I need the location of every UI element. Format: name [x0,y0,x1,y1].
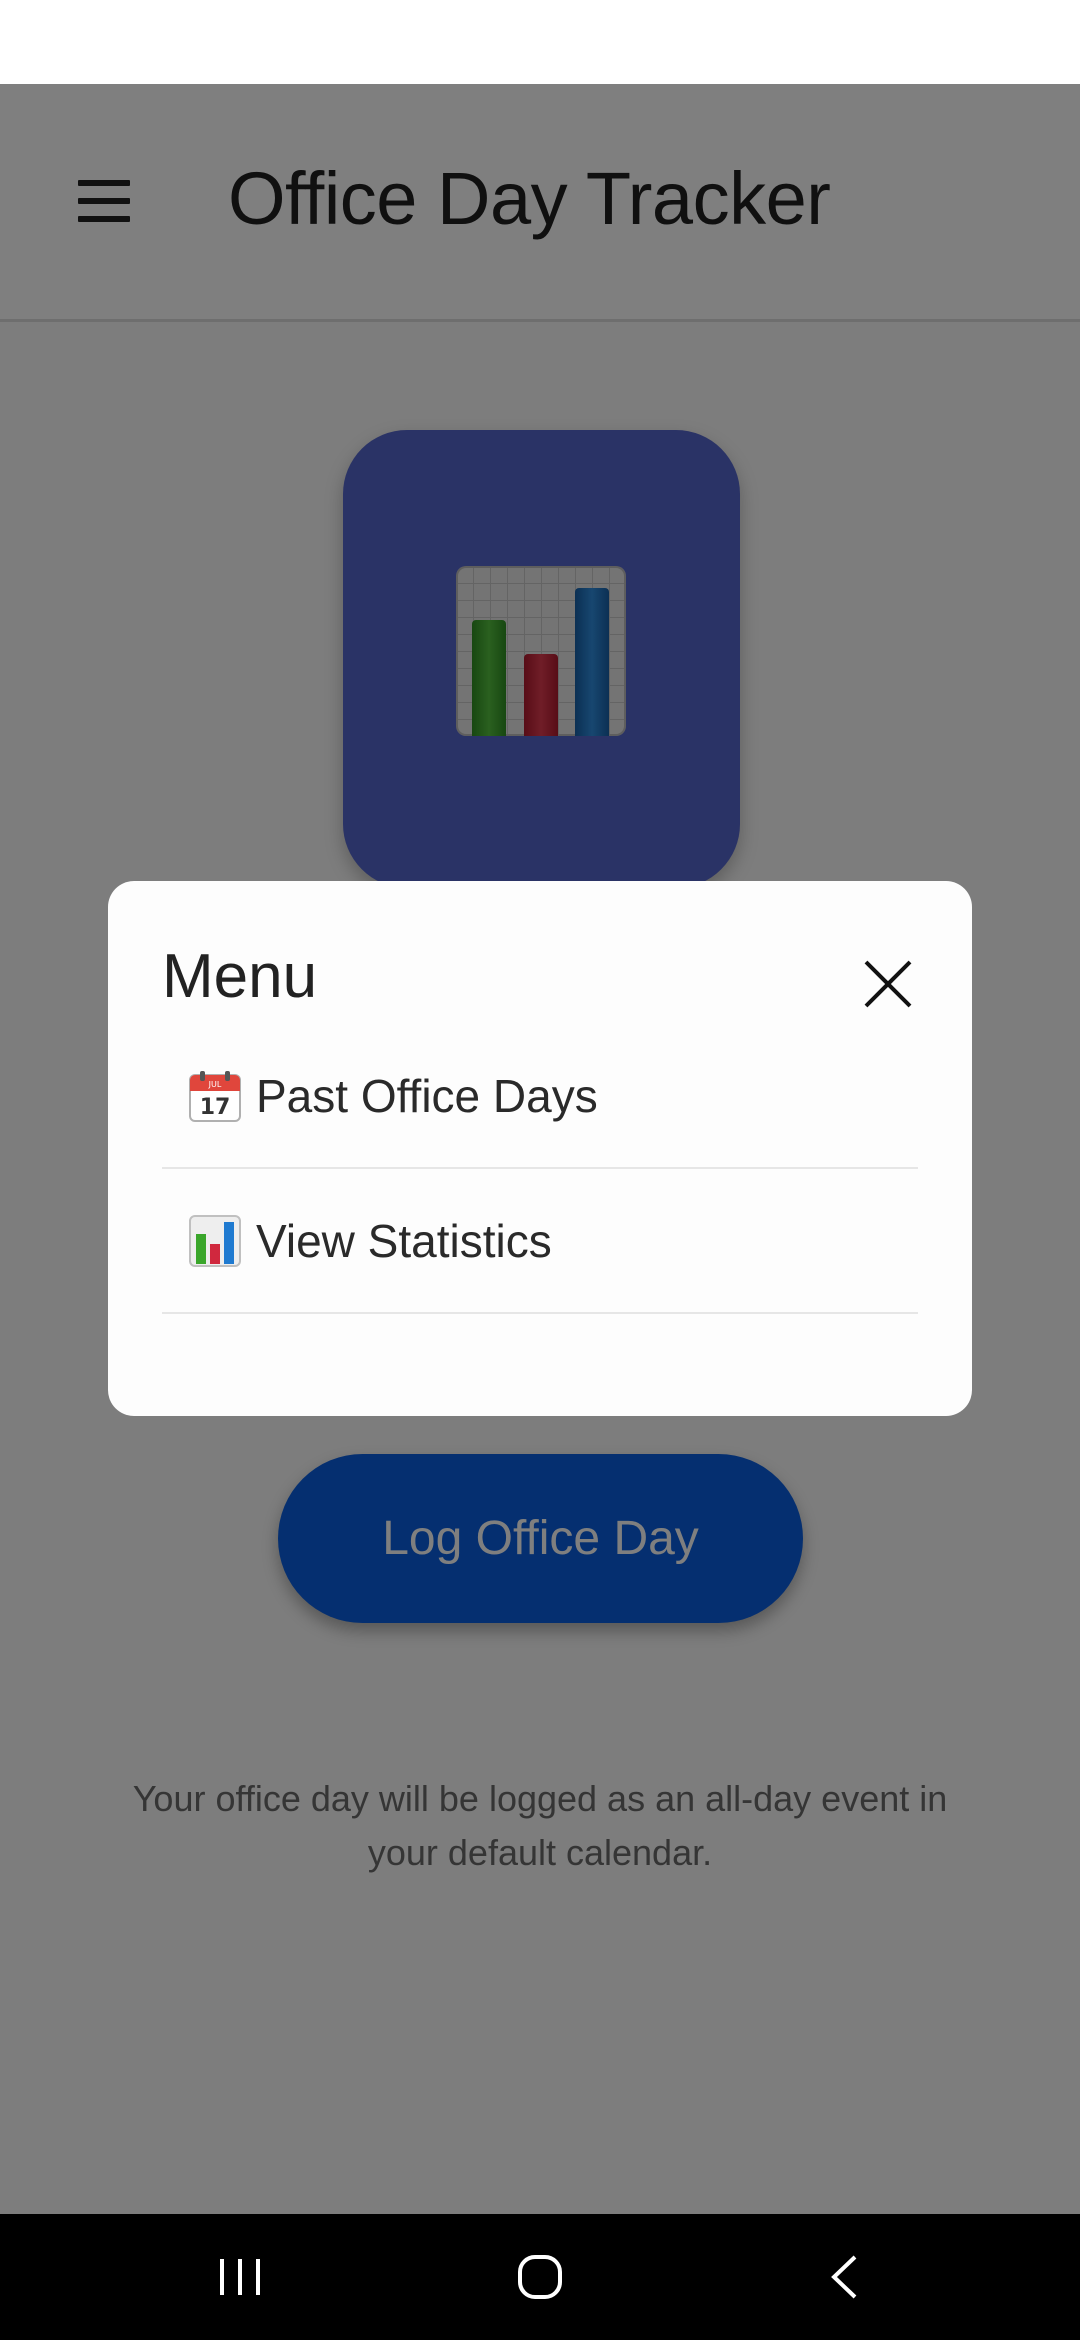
status-bar [0,0,1080,84]
calendar-month-text: JUL [208,1080,222,1089]
menu-item-view-statistics[interactable]: View Statistics [162,1169,918,1314]
close-icon [864,960,912,1008]
navigation-bar [0,2214,1080,2340]
bar-chart-icon [189,1214,241,1267]
back-button[interactable] [764,2214,924,2340]
menu-item-label: View Statistics [256,1214,552,1267]
home-icon [518,2255,562,2299]
calendar-icon: JUL 17 [189,1070,241,1122]
calendar-day-text: 17 [200,1095,231,1120]
back-icon [831,2255,857,2299]
recents-button[interactable] [160,2214,320,2340]
menu-title: Menu [162,942,318,1011]
menu-item-label: Past Office Days [256,1069,598,1122]
close-button[interactable] [860,956,916,1012]
recents-icon [220,2259,260,2295]
screen: Office Day Tracker Log Office Day Your o… [0,0,1080,2340]
menu-item-past-office-days[interactable]: JUL 17 Past Office Days [162,1024,918,1169]
home-button[interactable] [460,2214,620,2340]
